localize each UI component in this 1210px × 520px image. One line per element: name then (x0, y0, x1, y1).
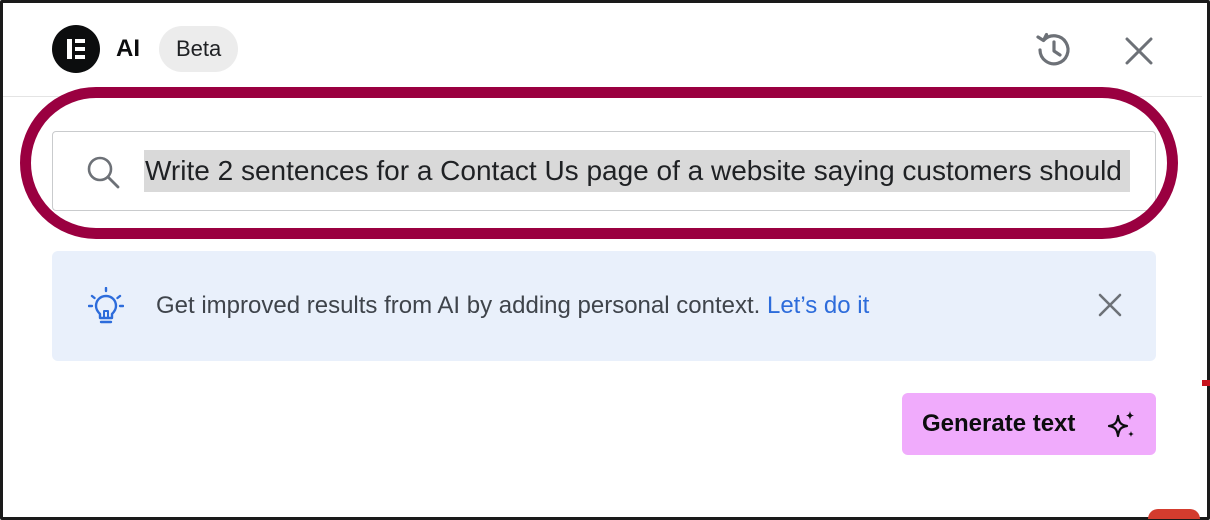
generate-text-button[interactable]: Generate text (902, 393, 1156, 455)
personal-context-tip: Get improved results from AI by adding p… (52, 251, 1156, 361)
beta-badge: Beta (159, 26, 239, 72)
prompt-input[interactable]: Write 2 sentences for a Contact Us page … (52, 131, 1156, 211)
history-button[interactable] (1033, 29, 1075, 71)
sparkle-icon (1107, 411, 1134, 438)
generate-button-label: Generate text (922, 410, 1076, 437)
history-icon (1036, 32, 1070, 66)
close-icon (1098, 293, 1122, 317)
tip-message: Get improved results from AI by adding p… (156, 290, 869, 322)
dialog-header: AI Beta (3, 3, 1202, 97)
close-icon (1125, 37, 1153, 65)
tip-close-button[interactable] (1096, 291, 1124, 319)
app-title: AI (116, 35, 140, 62)
elementor-logo-icon (52, 25, 100, 73)
background-fragment (1148, 509, 1200, 519)
close-button[interactable] (1119, 31, 1159, 71)
lightbulb-icon (88, 287, 124, 324)
tip-text: Get improved results from AI by adding p… (156, 292, 761, 319)
prompt-text[interactable]: Write 2 sentences for a Contact Us page … (144, 150, 1130, 192)
lets-do-it-link[interactable]: Let’s do it (767, 292, 869, 319)
background-fragment (1202, 380, 1210, 386)
search-icon (87, 156, 120, 189)
